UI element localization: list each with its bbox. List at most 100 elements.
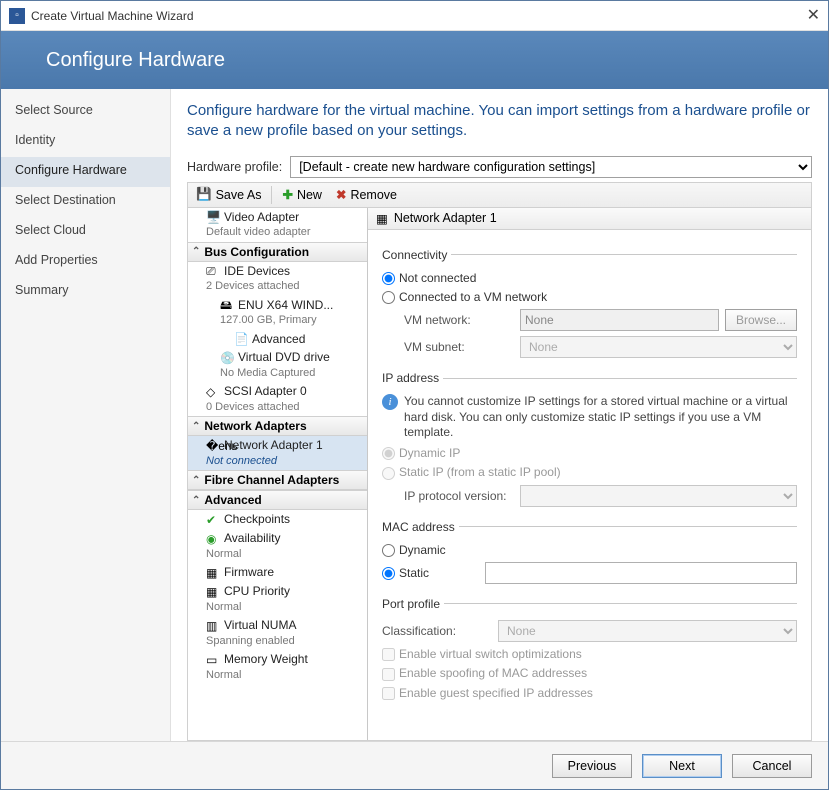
info-icon: i [382,394,398,410]
body: Select Source Identity Configure Hardwar… [1,89,828,741]
ip-address-legend: IP address [382,371,443,385]
mac-address-group: MAC address Dynamic Static [382,520,797,589]
next-button[interactable]: Next [642,754,722,778]
details-header: ▦ Network Adapter 1 [368,208,811,230]
vm-subnet-select: None [520,336,797,358]
ip-info-text: You cannot customize IP settings for a s… [404,394,797,441]
page-icon: 📄 [234,332,248,346]
check-mac-spoofing: Enable spoofing of MAC addresses [382,666,587,680]
app-icon: ▫ [9,8,25,24]
toolbar-separator [271,186,272,204]
details-title: Network Adapter 1 [394,211,497,225]
banner: Configure Hardware [1,31,828,89]
vm-network-field [520,309,719,331]
collapse-icon: ⌃ [192,246,200,257]
classification-label: Classification: [382,624,492,638]
tree-disk-advanced[interactable]: 📄Advanced [188,330,367,349]
controller-icon: ⎚ [206,264,220,278]
availability-icon: ◉ [206,532,220,546]
step-identity[interactable]: Identity [1,127,170,157]
hardware-toolbar: 💾 Save As ✚ New ✖ Remove [187,182,812,208]
check-vswitch-opt: Enable virtual switch optimizations [382,647,582,661]
tree-ide-devices[interactable]: ⎚IDE Devices 2 Devices attached [188,262,367,296]
save-icon: 💾 [196,187,212,202]
hardware-profile-select[interactable]: [Default - create new hardware configura… [290,156,812,178]
nic-icon: ▦ [376,211,388,226]
classification-select: None [498,620,797,642]
tree-availability[interactable]: ◉Availability Normal [188,529,367,563]
nic-icon: �епь [206,439,220,453]
step-select-cloud[interactable]: Select Cloud [1,217,170,247]
vm-network-label: VM network: [404,313,514,327]
hardware-profile-label: Hardware profile: [187,160,282,174]
hardware-area: 🖥️Video Adapter Default video adapter ⌃B… [187,208,812,742]
chip-icon: ▦ [206,566,220,580]
wizard-footer: Previous Next Cancel [1,741,828,789]
radio-mac-dynamic[interactable]: Dynamic [382,543,446,557]
hardware-tree[interactable]: 🖥️Video Adapter Default video adapter ⌃B… [188,208,368,741]
tree-disk[interactable]: 🖴ENU X64 WIND... 127.00 GB, Primary [188,296,367,330]
step-configure-hardware[interactable]: Configure Hardware [1,157,170,187]
details-body: Connectivity Not connected Connected to … [368,230,811,713]
remove-icon: ✖ [336,187,346,202]
check-icon: ✔ [206,513,220,527]
tree-memory-weight[interactable]: ▭Memory Weight Normal [188,650,367,684]
radio-dynamic-ip: Dynamic IP [382,446,460,460]
step-add-properties[interactable]: Add Properties [1,247,170,277]
tree-firmware[interactable]: ▦Firmware [188,563,367,582]
remove-button[interactable]: ✖ Remove [330,186,403,203]
numa-icon: ▥ [206,619,220,633]
mac-address-legend: MAC address [382,520,459,534]
scsi-icon: ◇ [206,385,220,399]
port-profile-legend: Port profile [382,597,444,611]
browse-button: Browse... [725,309,797,331]
new-button[interactable]: ✚ New [276,186,328,203]
vm-subnet-label: VM subnet: [404,340,514,354]
tree-checkpoints[interactable]: ✔Checkpoints [188,510,367,529]
tree-cat-bus[interactable]: ⌃Bus Configuration [188,242,367,262]
tree-virtual-numa[interactable]: ▥Virtual NUMA Spanning enabled [188,616,367,650]
tree-cat-advanced[interactable]: ⌃Advanced [188,490,367,510]
disk-icon: 🖴 [220,298,234,312]
cancel-button[interactable]: Cancel [732,754,812,778]
ip-protocol-label: IP protocol version: [404,489,514,503]
cpu-icon: ▦ [206,585,220,599]
tree-scsi[interactable]: ◇SCSI Adapter 0 0 Devices attached [188,382,367,416]
wizard-window: ▫ Create Virtual Machine Wizard ✕ Config… [0,0,829,790]
ip-address-group: IP address i You cannot customize IP set… [382,371,797,511]
tree-cat-network[interactable]: ⌃Network Adapters [188,416,367,436]
tree-network-adapter-1[interactable]: �епьNetwork Adapter 1 Not connected [188,436,367,470]
dvd-icon: 💿 [220,351,234,365]
close-icon[interactable]: ✕ [807,5,820,25]
connectivity-legend: Connectivity [382,248,451,262]
memory-icon: ▭ [206,653,220,667]
radio-not-connected[interactable]: Not connected [382,271,476,285]
connectivity-group: Connectivity Not connected Connected to … [382,248,797,364]
radio-mac-static[interactable]: Static [382,566,429,580]
radio-static-ip: Static IP (from a static IP pool) [382,465,561,479]
step-summary[interactable]: Summary [1,277,170,307]
window-title: Create Virtual Machine Wizard [31,9,194,23]
banner-title: Configure Hardware [46,49,225,72]
tree-cpu-priority[interactable]: ▦CPU Priority Normal [188,582,367,616]
check-guest-ip: Enable guest specified IP addresses [382,686,593,700]
tree-dvd[interactable]: 💿Virtual DVD drive No Media Captured [188,348,367,382]
port-profile-group: Port profile Classification: None Enable… [382,597,797,705]
ip-protocol-select [520,485,797,507]
collapse-icon: ⌃ [192,475,200,486]
titlebar: ▫ Create Virtual Machine Wizard ✕ [1,1,828,31]
tree-video-adapter[interactable]: 🖥️Video Adapter Default video adapter [188,208,367,242]
step-select-source[interactable]: Select Source [1,97,170,127]
tree-cat-fibre-channel[interactable]: ⌃Fibre Channel Adapters [188,470,367,490]
mac-static-field[interactable] [485,562,797,584]
save-as-button[interactable]: 💾 Save As [190,186,267,203]
details-panel: ▦ Network Adapter 1 Connectivity Not con… [368,208,811,741]
plus-icon: ✚ [282,187,292,202]
radio-connected-vm-network[interactable]: Connected to a VM network [382,290,547,304]
previous-button[interactable]: Previous [552,754,632,778]
intro-text: Configure hardware for the virtual machi… [187,101,812,142]
wizard-steps-sidebar: Select Source Identity Configure Hardwar… [1,89,171,741]
collapse-icon: ⌃ [192,421,200,432]
main-panel: Configure hardware for the virtual machi… [171,89,828,741]
step-select-destination[interactable]: Select Destination [1,187,170,217]
